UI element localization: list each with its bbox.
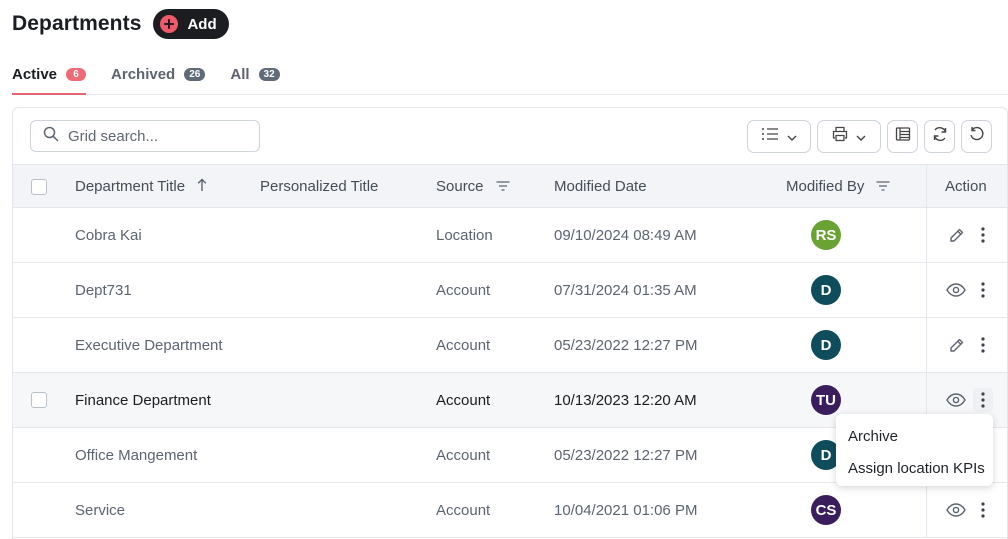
menu-item-assign-kpis[interactable]: Assign location KPIs — [836, 452, 993, 484]
search-icon — [43, 126, 59, 147]
grid-header-row: Department Title Personalized Title Sour… — [13, 164, 1007, 208]
menu-item-archive[interactable]: Archive — [836, 420, 993, 452]
columns-icon — [895, 126, 911, 147]
status-tabs: Active 6 Archived 26 All 32 — [12, 62, 1008, 95]
action-cell — [926, 263, 1007, 317]
department-title-cell[interactable]: Office Mangement — [75, 428, 197, 482]
modified-date-cell: 07/31/2024 01:35 AM — [554, 281, 697, 299]
modified-by-cell: D — [811, 263, 841, 317]
columns-button[interactable] — [887, 120, 918, 153]
filter-icon[interactable] — [876, 178, 890, 195]
column-label: Source — [436, 178, 484, 195]
modified-date-cell: 05/23/2022 12:27 PM — [554, 446, 698, 464]
more-actions-icon[interactable] — [973, 333, 993, 357]
avatar: CS — [811, 495, 841, 525]
column-label: Action — [945, 178, 987, 195]
select-all-checkbox[interactable] — [31, 178, 47, 195]
modified-date-cell: 10/13/2023 12:20 AM — [554, 391, 697, 409]
filter-icon[interactable] — [496, 178, 510, 195]
avatar: TU — [811, 385, 841, 415]
column-label: Modified By — [786, 178, 865, 195]
action-cell — [926, 208, 1007, 262]
printer-icon — [832, 126, 848, 147]
plus-icon — [160, 15, 179, 33]
count-badge: 26 — [184, 68, 206, 81]
column-header-modified-date[interactable]: Modified Date — [554, 165, 647, 208]
pencil-icon[interactable] — [941, 335, 971, 355]
search-input[interactable] — [68, 127, 248, 145]
list-icon — [761, 127, 779, 146]
page-header: Departments Add — [12, 9, 229, 39]
grid-search[interactable] — [30, 120, 260, 152]
modified-date-cell: 05/23/2022 12:27 PM — [554, 336, 698, 354]
view-options-dropdown[interactable] — [747, 120, 811, 153]
modified-date-cell: 09/10/2024 08:49 AM — [554, 226, 697, 244]
source-cell: Account — [436, 446, 491, 464]
department-title-cell[interactable]: Service — [75, 483, 125, 537]
source-cell: Account — [436, 391, 491, 409]
export-dropdown[interactable] — [817, 120, 881, 153]
column-header-personalized[interactable]: Personalized Title — [260, 165, 378, 208]
table-row[interactable]: Dept731 Account 07/31/2024 01:35 AM D — [13, 263, 1007, 318]
refresh-button[interactable] — [924, 120, 955, 153]
eye-icon[interactable] — [941, 500, 971, 520]
avatar: D — [811, 330, 841, 360]
modified-by-cell: RS — [811, 208, 841, 262]
column-label: Modified Date — [554, 178, 647, 195]
column-label: Department Title — [75, 178, 186, 195]
refresh-icon — [931, 125, 949, 148]
eye-icon[interactable] — [941, 280, 971, 300]
table-row[interactable]: Service Account 10/04/2021 01:06 PM CS — [13, 483, 1007, 538]
action-cell — [926, 318, 1007, 372]
chevron-down-icon — [787, 128, 797, 146]
source-cell: Account — [436, 501, 491, 519]
modified-by-cell: D — [811, 318, 841, 372]
table-row[interactable]: Cobra Kai Location 09/10/2024 08:49 AM RS — [13, 208, 1007, 263]
page-title: Departments — [12, 12, 142, 35]
chevron-down-icon — [856, 128, 866, 146]
department-title-cell[interactable]: Dept731 — [75, 263, 132, 317]
department-title-cell[interactable]: Finance Department — [75, 373, 211, 427]
count-badge: 6 — [66, 68, 87, 81]
column-label: Personalized Title — [260, 178, 379, 195]
department-title-cell[interactable]: Executive Department — [75, 318, 223, 372]
tab-archived[interactable]: Archived 26 — [111, 62, 206, 94]
tab-label: All — [230, 66, 250, 83]
source-cell: Location — [436, 226, 493, 244]
source-cell: Account — [436, 281, 491, 299]
column-header-source[interactable]: Source — [436, 165, 510, 208]
modified-date-cell: 10/04/2021 01:06 PM — [554, 501, 698, 519]
add-department-button[interactable]: Add — [153, 9, 229, 39]
avatar: RS — [811, 220, 841, 250]
table-row[interactable]: Executive Department Account 05/23/2022 12… — [13, 318, 1007, 373]
row-select-cell — [31, 373, 47, 427]
column-header-title[interactable]: Department Title — [75, 165, 207, 208]
row-checkbox[interactable] — [31, 392, 47, 408]
avatar: D — [811, 275, 841, 305]
sort-ascending-icon[interactable] — [197, 178, 207, 196]
undo-icon — [969, 126, 985, 147]
department-title-cell[interactable]: Cobra Kai — [75, 208, 142, 262]
count-badge: 32 — [258, 68, 280, 81]
tab-active[interactable]: Active 6 — [12, 62, 87, 95]
tab-all[interactable]: All 32 — [230, 62, 280, 94]
action-cell — [926, 483, 1007, 537]
eye-icon[interactable] — [941, 390, 971, 410]
row-context-menu: Archive Assign location KPIs — [836, 414, 993, 486]
tab-label: Archived — [111, 66, 176, 83]
source-cell: Account — [436, 336, 491, 354]
more-actions-icon[interactable] — [973, 223, 993, 247]
pencil-icon[interactable] — [941, 225, 971, 245]
more-actions-icon[interactable] — [973, 498, 993, 522]
select-all-cell — [31, 165, 47, 208]
reset-button[interactable] — [961, 120, 992, 153]
tab-label: Active — [12, 66, 58, 83]
action-header-cell: Action — [926, 165, 1007, 207]
grid-body: Cobra Kai Location 09/10/2024 08:49 AM RS De… — [13, 208, 1007, 538]
column-header-modified-by[interactable]: Modified By — [786, 165, 890, 208]
modified-by-cell: CS — [811, 483, 841, 537]
more-actions-icon[interactable] — [973, 278, 993, 302]
more-actions-icon[interactable] — [973, 388, 993, 412]
add-button-label: Add — [187, 15, 217, 33]
